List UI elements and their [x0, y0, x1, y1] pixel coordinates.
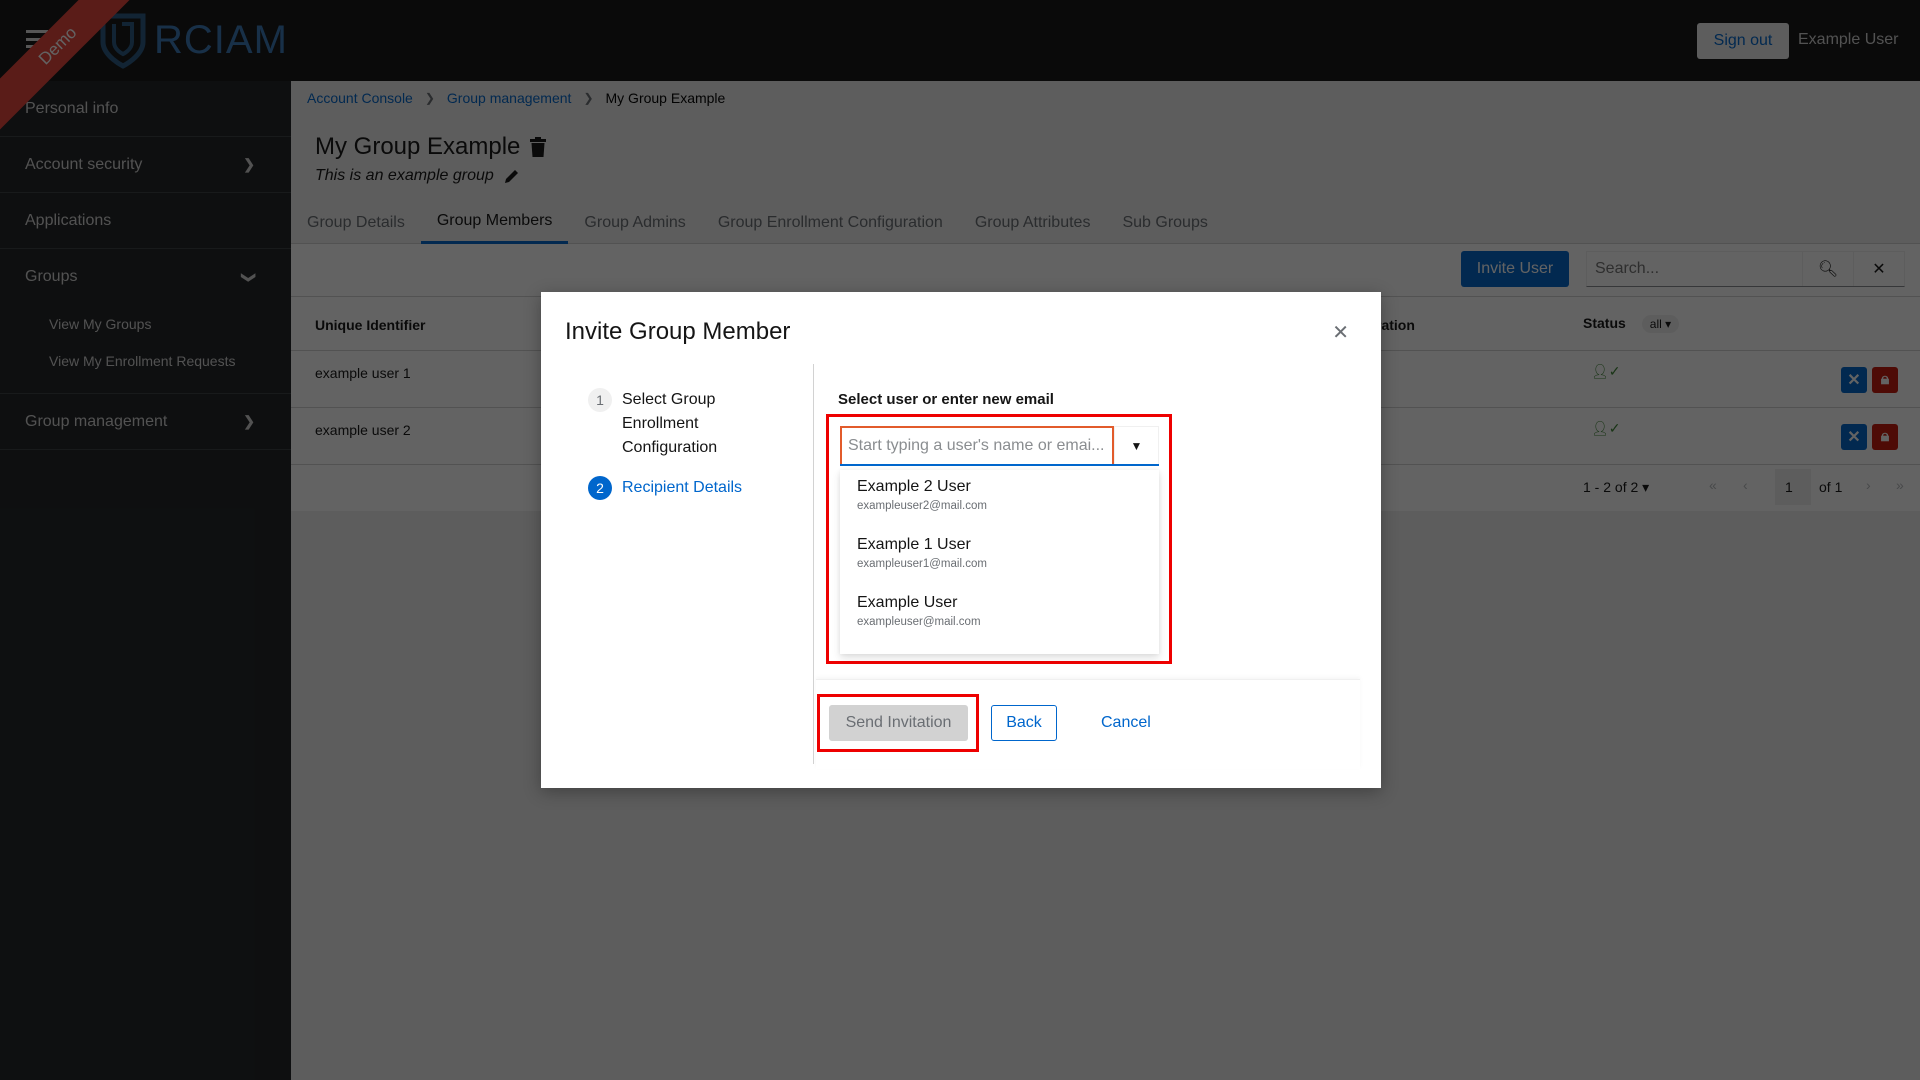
- wizard-step-2[interactable]: 2 Recipient Details: [588, 476, 818, 500]
- option-item[interactable]: Example User exampleuser@mail.com: [840, 586, 1159, 644]
- option-email: exampleuser2@mail.com: [857, 500, 987, 512]
- option-name: Example 1 User: [857, 536, 971, 553]
- wizard-step-1[interactable]: 1 Select Group Enrollment Configuration: [588, 388, 818, 460]
- wizard-divider: [813, 364, 814, 764]
- invite-group-member-modal: Invite Group Member ✕ 1 Select Group Enr…: [541, 292, 1381, 788]
- close-icon[interactable]: ✕: [1332, 320, 1349, 345]
- caret-down-icon[interactable]: ▼: [1114, 426, 1159, 464]
- option-name: Example 2 User: [857, 478, 971, 495]
- step-number: 2: [588, 476, 612, 500]
- option-name: Example User: [857, 594, 958, 611]
- wizard-footer: Send Invitation Back Cancel: [816, 679, 1360, 769]
- cancel-button[interactable]: Cancel: [1101, 705, 1151, 741]
- option-item[interactable]: Example 1 User exampleuser1@mail.com: [840, 528, 1159, 586]
- send-invitation-button[interactable]: Send Invitation: [829, 705, 968, 741]
- step-label: Select Group Enrollment Configuration: [622, 391, 718, 456]
- modal-title: Invite Group Member: [565, 318, 791, 345]
- wizard-nav: 1 Select Group Enrollment Configuration …: [588, 388, 818, 516]
- option-email: exampleuser1@mail.com: [857, 558, 987, 570]
- field-label: Select user or enter new email: [838, 391, 1054, 408]
- user-options-menu: Example 2 User exampleuser2@mail.com Exa…: [840, 470, 1159, 654]
- user-search-input[interactable]: [840, 426, 1114, 464]
- option-item[interactable]: Example 2 User exampleuser2@mail.com: [840, 470, 1159, 528]
- user-typeahead: ▼: [840, 426, 1159, 466]
- step-number: 1: [588, 388, 612, 412]
- back-button[interactable]: Back: [991, 705, 1057, 741]
- step-label: Recipient Details: [622, 479, 743, 496]
- option-email: exampleuser@mail.com: [857, 616, 981, 628]
